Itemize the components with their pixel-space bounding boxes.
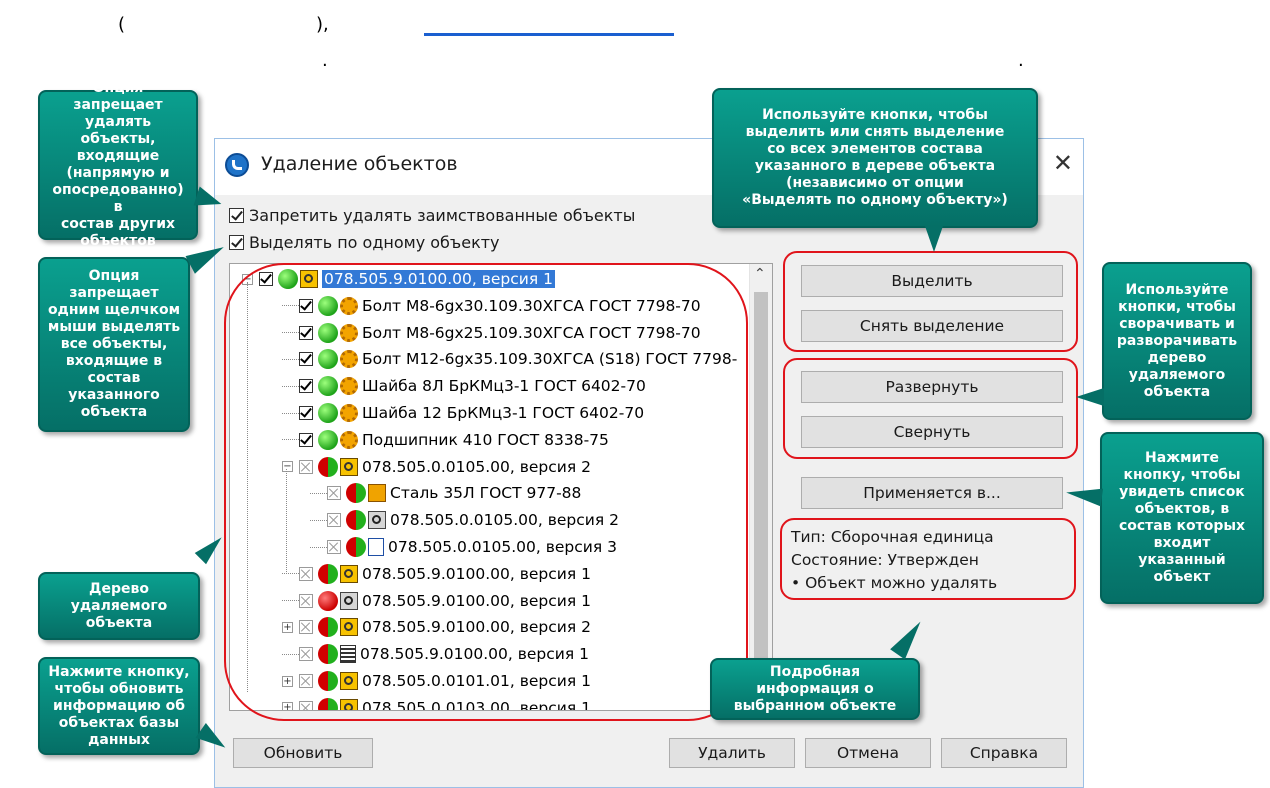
text-dot: . xyxy=(322,50,328,71)
callout-select-one: Опция запрещает одним щелчком мыши выдел… xyxy=(38,257,190,432)
callout-expand-buttons: Используйте кнопки, чтобы сворачивать и … xyxy=(1102,262,1252,420)
callout-refresh: Нажмите кнопку, чтобы обновить информаци… xyxy=(38,657,200,755)
callout-tail xyxy=(925,226,943,252)
forbid-borrowed-checkbox[interactable] xyxy=(229,208,244,223)
scroll-thumb[interactable] xyxy=(754,292,768,674)
cancel-button[interactable]: Отмена xyxy=(805,738,931,768)
forbid-borrowed-label: Запретить удалять заимствованные объекты xyxy=(249,206,636,225)
callout-select-buttons: Используйте кнопки, чтобы выделить или с… xyxy=(712,88,1038,228)
callout-tree: Дерево удаляемого объекта xyxy=(38,572,200,640)
close-icon[interactable]: ✕ xyxy=(1053,149,1073,177)
callout-used-in: Нажмите кнопку, чтобы увидеть список объ… xyxy=(1100,432,1264,604)
tree-highlight xyxy=(224,263,748,721)
text-paren-close: ), xyxy=(316,14,329,35)
expand-buttons-highlight xyxy=(783,358,1078,459)
option-forbid-borrowed[interactable]: Запретить удалять заимствованные объекты xyxy=(229,206,635,225)
callout-tail xyxy=(1076,388,1104,406)
select-one-label: Выделять по одному объекту xyxy=(249,233,500,252)
delete-button[interactable]: Удалить xyxy=(669,738,795,768)
select-buttons-highlight xyxy=(783,251,1078,352)
refresh-button[interactable]: Обновить xyxy=(233,738,373,768)
info-highlight xyxy=(780,518,1076,600)
callout-forbid-borrowed: Опция запрещает удалять объекты, входящи… xyxy=(38,80,198,249)
dialog-title: Удаление объектов xyxy=(261,153,458,175)
select-one-checkbox[interactable] xyxy=(229,235,244,250)
scroll-up-icon[interactable]: ⌃ xyxy=(754,266,766,282)
hyperlink-underline[interactable] xyxy=(424,33,674,36)
app-logo-icon xyxy=(225,153,249,177)
tree-scrollbar[interactable]: ⌃ ⌄ xyxy=(749,264,772,710)
text-paren-open: ( xyxy=(118,14,126,35)
option-select-one[interactable]: Выделять по одному объекту xyxy=(229,233,500,252)
used-in-button[interactable]: Применяется в... xyxy=(801,477,1063,509)
help-button[interactable]: Справка xyxy=(941,738,1067,768)
text-dot: . xyxy=(1018,50,1024,71)
callout-info: Подробная информация о выбранном объекте xyxy=(710,658,920,720)
